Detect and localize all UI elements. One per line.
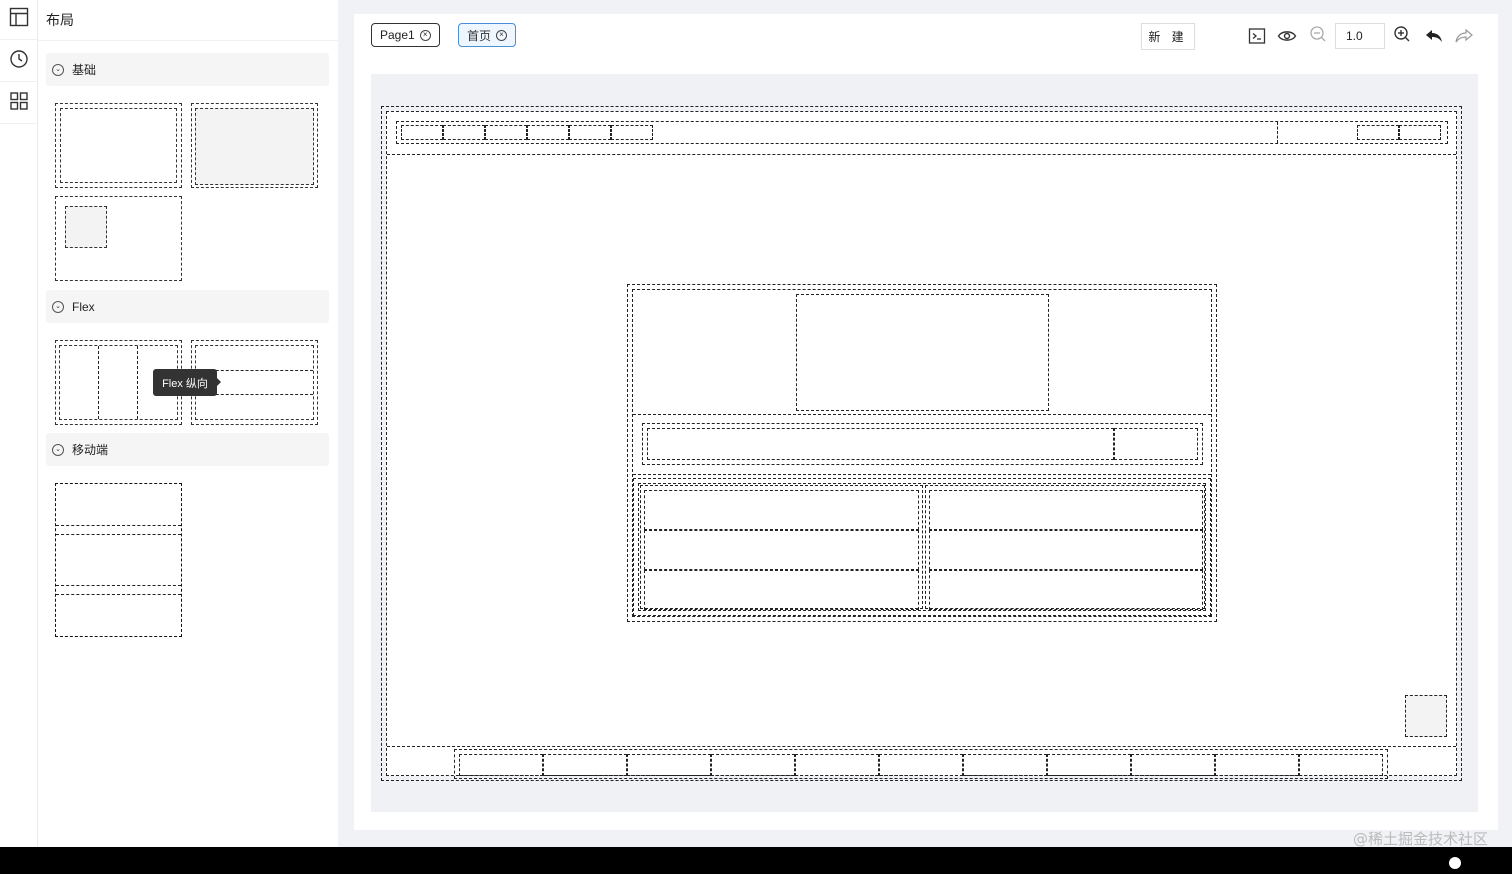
bottom-bar xyxy=(0,847,1512,874)
footer-tab-item[interactable] xyxy=(627,754,711,776)
grid-cell[interactable] xyxy=(929,490,1203,530)
tab-home[interactable]: 首页 × xyxy=(458,23,517,47)
group-header-flex[interactable]: ⌄ Flex xyxy=(46,290,329,323)
float-box[interactable] xyxy=(1405,695,1447,737)
header-nav-item[interactable] xyxy=(443,125,485,140)
layout-thumb-basic-1[interactable] xyxy=(55,103,182,188)
footer-tab-item[interactable] xyxy=(1047,754,1131,776)
footer-tab-item[interactable] xyxy=(879,754,963,776)
toolbar: Page1 × 首页 × 新 建 1.0 xyxy=(354,14,1498,58)
new-button[interactable]: 新 建 xyxy=(1141,23,1195,50)
canvas-container xyxy=(354,58,1498,830)
zoom-input[interactable]: 1.0 xyxy=(1335,23,1385,49)
thumb-inner xyxy=(65,206,107,248)
grid-cell[interactable] xyxy=(644,570,919,610)
layout-tab-button[interactable] xyxy=(0,0,37,40)
group-label: Flex xyxy=(72,299,95,314)
header-nav-item[interactable] xyxy=(401,125,443,140)
header-nav-item[interactable] xyxy=(611,125,653,140)
footer-tab-item[interactable] xyxy=(795,754,879,776)
close-icon[interactable]: × xyxy=(496,29,508,41)
group-label: 基础 xyxy=(72,63,97,77)
icon-rail xyxy=(0,0,38,847)
undo-icon[interactable] xyxy=(1422,24,1446,48)
close-icon[interactable]: × xyxy=(419,29,431,41)
group-label: 移动端 xyxy=(72,443,109,457)
tab-page1[interactable]: Page1 × xyxy=(371,23,440,47)
divider xyxy=(1277,122,1278,143)
divider xyxy=(137,346,138,419)
grid-cell[interactable] xyxy=(929,530,1203,570)
chevron-down-icon: ⌄ xyxy=(52,63,64,76)
tab-label: 首页 xyxy=(467,28,492,43)
footer-tab-item[interactable] xyxy=(1131,754,1215,776)
grid-row[interactable] xyxy=(638,483,1206,611)
chevron-down-icon: ⌄ xyxy=(52,443,64,456)
editor-area: Page1 × 首页 × 新 建 1.0 xyxy=(338,0,1512,847)
history-tab-button[interactable] xyxy=(0,42,37,82)
footer-tab-item[interactable] xyxy=(711,754,795,776)
components-tab-button[interactable] xyxy=(0,84,37,124)
redo-icon[interactable] xyxy=(1452,24,1476,48)
group-header-mobile[interactable]: ⌄ 移动端 xyxy=(46,433,329,466)
grid-icon xyxy=(9,91,29,116)
layout-footer[interactable] xyxy=(387,746,1456,779)
preview-icon[interactable] xyxy=(1275,24,1299,48)
footer-tabbar[interactable] xyxy=(454,749,1388,779)
footer-tab-item[interactable] xyxy=(963,754,1047,776)
terminal-icon[interactable] xyxy=(1245,24,1269,48)
layout-thumb-mobile[interactable] xyxy=(55,483,182,637)
grid-section[interactable] xyxy=(633,478,1211,616)
footer-tab-item[interactable] xyxy=(1215,754,1299,776)
canvas xyxy=(371,74,1478,812)
divider xyxy=(98,346,99,419)
input-field[interactable] xyxy=(647,428,1114,460)
history-icon xyxy=(9,49,29,74)
thumb-body xyxy=(56,534,181,586)
watermark: @稀土掘金技术社区 xyxy=(1352,830,1488,848)
input-button[interactable] xyxy=(1114,428,1198,460)
header-nav-item[interactable] xyxy=(485,125,527,140)
logo-box[interactable] xyxy=(796,294,1049,411)
layout-root[interactable] xyxy=(386,111,1457,779)
layout-icon xyxy=(9,7,29,32)
footer-tab-item[interactable] xyxy=(543,754,627,776)
zoom-in-icon[interactable] xyxy=(1390,22,1414,46)
header-row[interactable] xyxy=(396,121,1448,144)
github-icon[interactable] xyxy=(1449,857,1461,869)
header-action-item[interactable] xyxy=(1399,125,1441,140)
layout-thumb-basic-2[interactable] xyxy=(191,103,318,188)
thumb-inner xyxy=(60,108,177,183)
panel-title: 布局 xyxy=(46,12,74,28)
thumb-header xyxy=(56,484,181,526)
footer-tab-item[interactable] xyxy=(1299,754,1383,776)
grid-cell[interactable] xyxy=(644,490,919,530)
header-nav-item[interactable] xyxy=(569,125,611,140)
center-container[interactable] xyxy=(627,284,1217,622)
header-nav-item[interactable] xyxy=(527,125,569,140)
divider xyxy=(38,40,338,41)
footer-tab-item[interactable] xyxy=(459,754,543,776)
center-inner[interactable] xyxy=(632,289,1212,617)
input-section[interactable] xyxy=(633,416,1211,475)
chevron-down-icon: ⌄ xyxy=(52,300,64,313)
grid-column[interactable] xyxy=(925,485,1205,610)
zoom-out-icon[interactable] xyxy=(1306,22,1330,46)
logo-section[interactable] xyxy=(633,290,1211,415)
layout-panel: 布局 ⌄ 基础 ⌄ Flex Flex 纵向 ⌄ 移动端 xyxy=(38,0,338,847)
grid-cell[interactable] xyxy=(929,570,1203,610)
thumb-inner xyxy=(195,108,314,185)
tooltip: Flex 纵向 xyxy=(153,369,221,396)
grid-column[interactable] xyxy=(640,485,923,610)
layout-thumb-basic-3[interactable] xyxy=(55,196,182,281)
input-row[interactable] xyxy=(642,423,1203,465)
layout-header[interactable] xyxy=(387,112,1456,155)
tab-label: Page1 xyxy=(380,28,415,42)
grid-cell[interactable] xyxy=(644,530,919,570)
header-action-item[interactable] xyxy=(1357,125,1399,140)
thumb-footer xyxy=(56,594,181,636)
group-header-basic[interactable]: ⌄ 基础 xyxy=(46,53,329,86)
page-frame[interactable] xyxy=(381,106,1462,781)
